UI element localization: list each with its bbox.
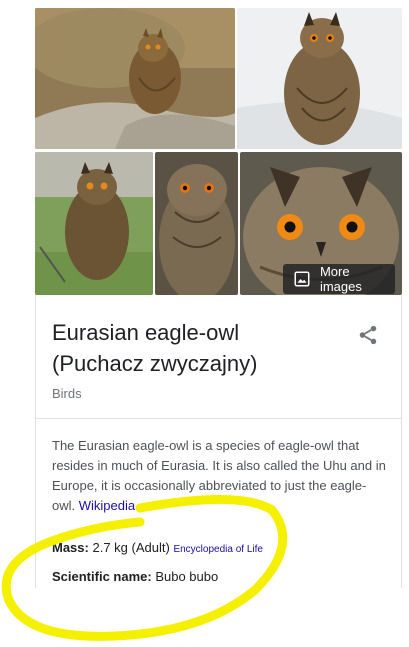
- fact-mass-label: Mass:: [52, 540, 89, 555]
- knowledge-panel: More images Eurasian eagle-owl (Puchacz …: [35, 8, 402, 588]
- share-icon[interactable]: [357, 324, 379, 346]
- fact-scientific-name: Scientific name: Bubo bubo: [52, 569, 218, 584]
- owl-photo-3[interactable]: [35, 152, 153, 295]
- fact-scientific-name-label: Scientific name:: [52, 569, 152, 584]
- image-icon: [294, 271, 310, 287]
- fact-scientific-name-value: Bubo bubo: [155, 569, 219, 584]
- more-images-label: More images: [319, 264, 362, 294]
- entity-category: Birds: [52, 386, 82, 401]
- owl-photo-1[interactable]: [35, 8, 235, 149]
- entity-description: The Eurasian eagle-owl is a species of e…: [52, 436, 387, 516]
- wikipedia-link[interactable]: Wikipedia: [79, 498, 135, 513]
- encyclopedia-of-life-link[interactable]: Encyclopedia of Life: [173, 544, 263, 555]
- entity-title: Eurasian eagle-owl (Puchacz zwyczajny): [52, 320, 258, 376]
- image-gallery: More images: [35, 8, 402, 295]
- more-images-button[interactable]: More images: [283, 264, 395, 294]
- owl-photo-2[interactable]: [237, 8, 402, 149]
- owl-photo-4[interactable]: [155, 152, 238, 295]
- divider: [36, 418, 401, 419]
- fact-mass-value: 2.7 kg (Adult): [92, 540, 170, 555]
- fact-mass: Mass: 2.7 kg (Adult) Encyclopedia of Lif…: [52, 540, 263, 555]
- entity-info: Eurasian eagle-owl (Puchacz zwyczajny) B…: [35, 295, 402, 588]
